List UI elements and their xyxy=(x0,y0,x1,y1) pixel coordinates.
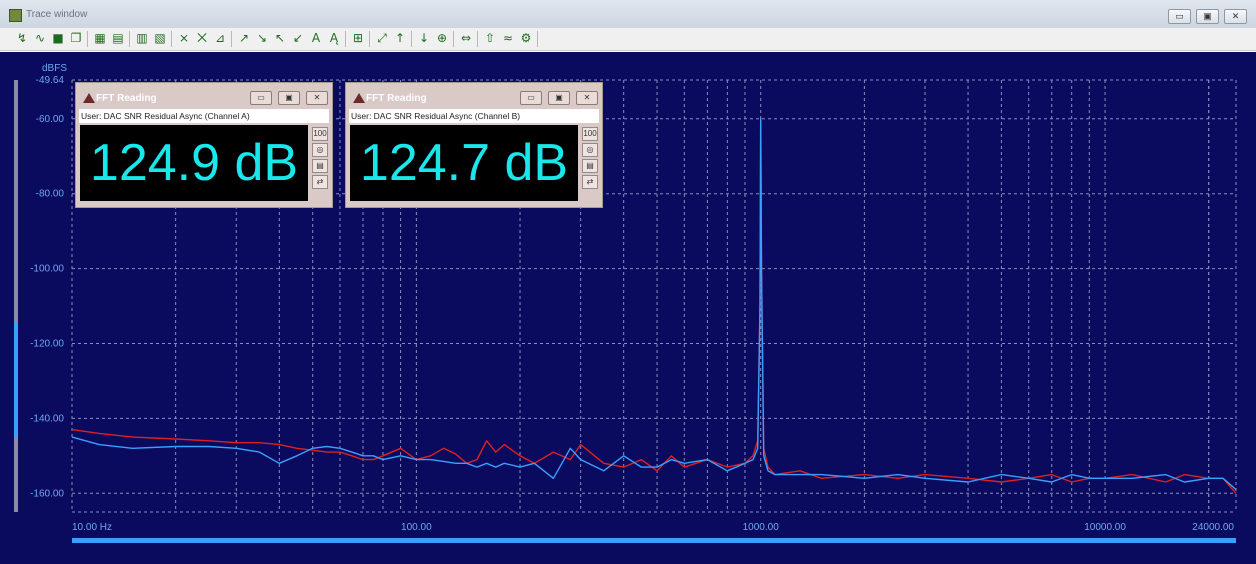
marker-4-icon[interactable]: ↙ xyxy=(290,31,306,46)
x-scroll-bar[interactable] xyxy=(72,538,1236,543)
fft-reading-label: User: DAC SNR Residual Async (Channel B) xyxy=(349,109,599,123)
x-tick-label: 1000.00 xyxy=(743,522,780,533)
fft-close-button[interactable]: ✕ xyxy=(576,91,598,105)
toolbar-separator xyxy=(411,31,412,47)
graph-settings-icon[interactable]: ▦ xyxy=(92,31,108,46)
toolbar-separator xyxy=(87,31,88,47)
toolbar-separator xyxy=(345,31,346,47)
fft-minimize-button[interactable]: ▭ xyxy=(520,91,542,105)
toolbar-separator xyxy=(171,31,172,47)
fft-restore-button[interactable]: ▣ xyxy=(278,91,300,105)
x-tick-label: 10.00 Hz xyxy=(72,522,112,533)
y-scroll-track[interactable] xyxy=(14,80,18,512)
window-title: Trace window xyxy=(26,9,88,20)
label-icon[interactable]: A xyxy=(308,31,324,46)
marker-2-icon[interactable]: ↘ xyxy=(254,31,270,46)
fft-swap-button[interactable]: ⇄ xyxy=(582,175,598,189)
warning-triangle-icon xyxy=(353,93,365,103)
cursor-y-icon[interactable]: ⨉ xyxy=(194,31,210,46)
title-bar: Trace window ▭ ▣ ✕ xyxy=(0,0,1256,29)
fft-reading-title: FFT Reading xyxy=(366,93,427,104)
toolbar-separator xyxy=(477,31,478,47)
fft-percent-button[interactable]: 100 xyxy=(312,127,328,141)
compare-icon[interactable]: ≈ xyxy=(500,31,516,46)
graph-export-icon[interactable]: ▤ xyxy=(110,31,126,46)
cursor-x-icon[interactable]: ⨯ xyxy=(176,31,192,46)
trace-add-icon[interactable]: ↯ xyxy=(14,31,30,46)
snr-value: 124.7 dB xyxy=(359,134,569,192)
fit-icon[interactable]: ⇔ xyxy=(458,31,474,46)
fft-settings-button[interactable]: ▤ xyxy=(582,159,598,173)
minimize-button[interactable]: ▭ xyxy=(1168,9,1191,24)
fft-minimize-button[interactable]: ▭ xyxy=(250,91,272,105)
close-button[interactable]: ✕ xyxy=(1224,9,1247,24)
autoscale-icon[interactable]: ⤢ xyxy=(374,31,390,46)
fft-percent-button[interactable]: 100 xyxy=(582,127,598,141)
snr-value: 124.9 dB xyxy=(89,134,299,192)
y-tick-label: -49.64 xyxy=(36,75,65,86)
x-tick-label: 100.00 xyxy=(401,522,432,533)
y-axis-label: dBFS xyxy=(42,63,67,74)
fft-reading-label: User: DAC SNR Residual Async (Channel A) xyxy=(79,109,329,123)
warning-triangle-icon xyxy=(83,93,95,103)
y-scroll-thumb[interactable] xyxy=(14,322,18,437)
undo-icon[interactable]: ⇧ xyxy=(482,31,498,46)
save-icon[interactable]: ■ xyxy=(50,31,66,46)
copy-icon[interactable]: ❐ xyxy=(68,31,84,46)
trace-down-icon[interactable]: ↓ xyxy=(416,31,432,46)
meter-icon[interactable]: ⊕ xyxy=(434,31,450,46)
label-alt-icon[interactable]: Ą xyxy=(326,31,342,46)
toolbar: ↯ ∿ ■ ❐ ▦ ▤ ▥ ▧ ⨯ ⨉ ⊿ ↗ ↘ ↖ ↙ A Ą ⊞ ⤢ ↑ ↓ ⊕ ⇔ ⇧ ≈ ⚙ xyxy=(0,28,1256,51)
trace-up-icon[interactable]: ↑ xyxy=(392,31,408,46)
y-tick-label: -100.00 xyxy=(30,264,64,275)
restore-button[interactable]: ▣ xyxy=(1196,9,1219,24)
config-icon[interactable]: ⚙ xyxy=(518,31,534,46)
fft-target-button[interactable]: ◎ xyxy=(312,143,328,157)
scale-icon[interactable]: ⊞ xyxy=(350,31,366,46)
fft-restore-button[interactable]: ▣ xyxy=(548,91,570,105)
app-icon xyxy=(9,9,22,22)
fft-swap-button[interactable]: ⇄ xyxy=(312,175,328,189)
marker-1-icon[interactable]: ↗ xyxy=(236,31,252,46)
x-tick-label: 24000.00 xyxy=(1192,522,1234,533)
y-tick-label: -80.00 xyxy=(36,189,65,200)
fft-settings-button[interactable]: ▤ xyxy=(312,159,328,173)
trace-wave-icon[interactable]: ∿ xyxy=(32,31,48,46)
y-tick-label: -60.00 xyxy=(36,114,65,125)
toolbar-separator xyxy=(453,31,454,47)
fft-reading-window-channel-a[interactable]: FFT Reading ▭ ▣ ✕ User: DAC SNR Residual… xyxy=(75,82,333,208)
y-tick-label: -140.00 xyxy=(30,413,64,424)
fft-target-button[interactable]: ◎ xyxy=(582,143,598,157)
trace-graph[interactable]: dBFS -49.64 -60.00 -80.00 -100.00 -120.00 -14… xyxy=(0,52,1256,564)
toolbar-separator xyxy=(129,31,130,47)
fft-reading-display: 124.9 dB xyxy=(80,125,308,201)
toolbar-separator xyxy=(369,31,370,47)
fft-close-button[interactable]: ✕ xyxy=(306,91,328,105)
zoom-icon[interactable]: ⊿ xyxy=(212,31,228,46)
fft-reading-display: 124.7 dB xyxy=(350,125,578,201)
fft-reading-title: FFT Reading xyxy=(96,93,157,104)
marker-3-icon[interactable]: ↖ xyxy=(272,31,288,46)
fft-reading-window-channel-b[interactable]: FFT Reading ▭ ▣ ✕ User: DAC SNR Residual… xyxy=(345,82,603,208)
toolbar-separator xyxy=(537,31,538,47)
y-tick-label: -120.00 xyxy=(30,338,64,349)
data-table-icon[interactable]: ▧ xyxy=(152,31,168,46)
edit-grid-icon[interactable]: ▥ xyxy=(134,31,150,46)
toolbar-separator xyxy=(231,31,232,47)
x-tick-label: 10000.00 xyxy=(1084,522,1126,533)
y-tick-label: -160.00 xyxy=(30,488,64,499)
